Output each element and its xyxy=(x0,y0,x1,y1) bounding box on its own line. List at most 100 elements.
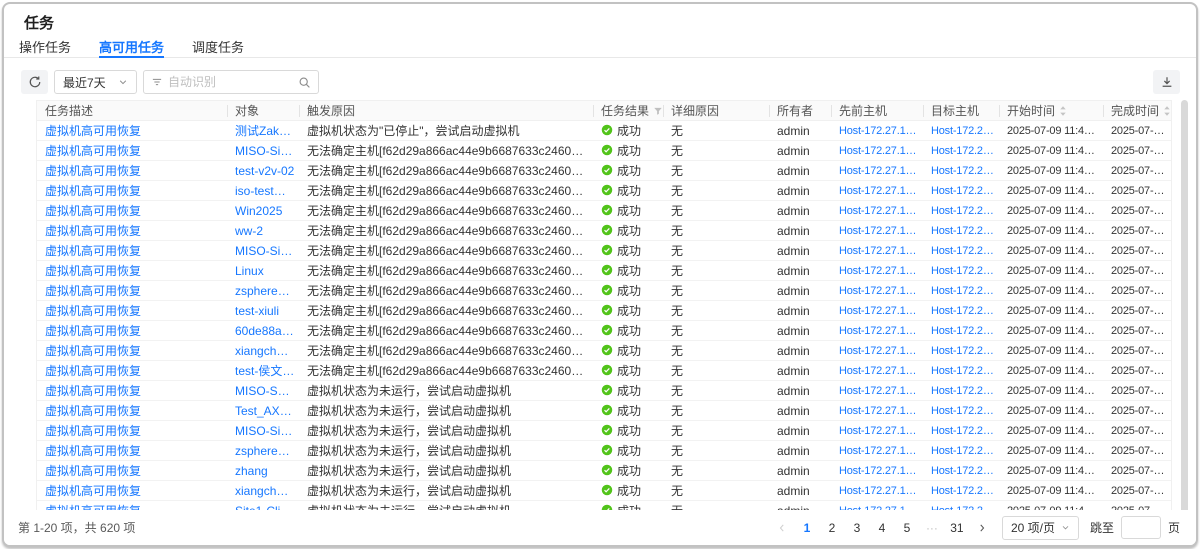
task-desc-link[interactable]: 虚拟机高可用恢复 xyxy=(45,382,141,399)
object-link[interactable]: test-侯文静-... xyxy=(235,362,295,379)
sort-carets-icon[interactable] xyxy=(1059,105,1067,117)
object-link[interactable]: 测试Zaku集... xyxy=(235,122,295,139)
task-desc-link[interactable]: 虚拟机高可用恢复 xyxy=(45,142,141,159)
prev-host-link[interactable]: Host-172.27.1.30 xyxy=(839,165,919,177)
refresh-button[interactable] xyxy=(21,70,48,94)
object-link[interactable]: Test_AX_Na... xyxy=(235,404,295,418)
target-host-link[interactable]: Host-172.27... xyxy=(931,245,995,257)
prev-host-link[interactable]: Host-172.27.1.30 xyxy=(839,145,919,157)
prev-host-link[interactable]: Host-172.27.1.32 xyxy=(839,485,919,497)
target-host-link[interactable]: Host-172.27... xyxy=(931,125,995,137)
target-host-link[interactable]: Host-172.27... xyxy=(931,485,995,497)
target-host-link[interactable]: Host-172.27... xyxy=(931,325,995,337)
export-button[interactable] xyxy=(1153,70,1180,94)
object-link[interactable]: zspheremim... xyxy=(235,284,295,298)
object-link[interactable]: MISO-Site2... xyxy=(235,144,295,158)
prev-host-link[interactable]: Host-172.27.1.30 xyxy=(839,265,919,277)
target-host-link[interactable]: Host-172.27... xyxy=(931,145,995,157)
object-link[interactable]: ww-2 xyxy=(235,224,263,238)
task-desc-link[interactable]: 虚拟机高可用恢复 xyxy=(45,362,141,379)
object-link[interactable]: MISO-Serve... xyxy=(235,384,295,398)
vertical-scrollbar[interactable] xyxy=(1181,100,1188,514)
target-host-link[interactable]: Host-172.27... xyxy=(931,185,995,197)
sort-carets-icon[interactable] xyxy=(1163,105,1171,117)
task-desc-link[interactable]: 虚拟机高可用恢复 xyxy=(45,242,141,259)
search-icon[interactable] xyxy=(298,76,311,89)
object-link[interactable]: test-xiuli xyxy=(235,304,279,318)
object-link[interactable]: xiangcheng.... xyxy=(235,344,295,358)
prev-host-link[interactable]: Host-172.27.1.32 xyxy=(839,445,919,457)
target-host-link[interactable]: Host-172.27... xyxy=(931,305,995,317)
object-link[interactable]: zspheremim... xyxy=(235,444,295,458)
prev-host-link[interactable]: Host-172.27.1.30 xyxy=(839,305,919,317)
task-desc-link[interactable]: 虚拟机高可用恢复 xyxy=(45,222,141,239)
task-desc-link[interactable]: 虚拟机高可用恢复 xyxy=(45,122,141,139)
prev-host-link[interactable]: Host-172.27.1.32 xyxy=(839,425,919,437)
page-number-31[interactable]: 31 xyxy=(948,517,966,539)
page-number-4[interactable]: 4 xyxy=(873,517,891,539)
object-link[interactable]: xiangcheng.... xyxy=(235,484,295,498)
target-host-link[interactable]: Host-172.27... xyxy=(931,285,995,297)
prev-host-link[interactable]: Host-172.27.1.30 xyxy=(839,185,919,197)
object-link[interactable]: MISO-Site1... xyxy=(235,244,295,258)
next-page-button[interactable] xyxy=(973,517,991,539)
date-range-select[interactable]: 最近7天 xyxy=(54,70,137,94)
target-host-link[interactable]: Host-172.27... xyxy=(931,445,995,457)
prev-host-link[interactable]: Host-172.27.1.30 xyxy=(839,245,919,257)
jump-page-input[interactable] xyxy=(1121,516,1161,539)
prev-host-link[interactable]: Host-172.27.1.30 xyxy=(839,125,919,137)
task-desc-link[interactable]: 虚拟机高可用恢复 xyxy=(45,462,141,479)
prev-page-button[interactable] xyxy=(773,517,791,539)
target-host-link[interactable]: Host-172.27... xyxy=(931,265,995,277)
object-link[interactable]: iso-test可删 xyxy=(235,182,295,199)
page-number-3[interactable]: 3 xyxy=(848,517,866,539)
prev-host-link[interactable]: Host-172.27.1.30 xyxy=(839,345,919,357)
owner: admin xyxy=(777,424,810,438)
prev-host-link[interactable]: Host-172.27.1.32 xyxy=(839,465,919,477)
task-desc-link[interactable]: 虚拟机高可用恢复 xyxy=(45,442,141,459)
object-link[interactable]: zhang xyxy=(235,464,268,478)
task-desc-link[interactable]: 虚拟机高可用恢复 xyxy=(45,202,141,219)
object-link[interactable]: 60de88a14... xyxy=(235,324,295,338)
task-desc-link[interactable]: 虚拟机高可用恢复 xyxy=(45,262,141,279)
tab-2[interactable]: 高可用任务 xyxy=(99,35,164,57)
task-desc-link[interactable]: 虚拟机高可用恢复 xyxy=(45,322,141,339)
target-host-link[interactable]: Host-172.27... xyxy=(931,425,995,437)
task-desc-link[interactable]: 虚拟机高可用恢复 xyxy=(45,482,141,499)
target-host-link[interactable]: Host-172.27... xyxy=(931,165,995,177)
task-desc-link[interactable]: 虚拟机高可用恢复 xyxy=(45,342,141,359)
page-size-select[interactable]: 20 项/页 xyxy=(1002,516,1079,540)
result-text: 成功 xyxy=(617,302,641,319)
page-number-5[interactable]: 5 xyxy=(898,517,916,539)
target-host-link[interactable]: Host-172.27... xyxy=(931,345,995,357)
target-host-link[interactable]: Host-172.27... xyxy=(931,465,995,477)
object-link[interactable]: test-v2v-02 xyxy=(235,164,294,178)
prev-host-link[interactable]: Host-172.27.1.30 xyxy=(839,205,919,217)
page-number-2[interactable]: 2 xyxy=(823,517,841,539)
filter-funnel-icon[interactable] xyxy=(653,106,663,116)
search-input[interactable] xyxy=(168,75,293,89)
prev-host-link[interactable]: Host-172.27.1.32 xyxy=(839,385,919,397)
object-link[interactable]: Linux xyxy=(235,264,264,278)
prev-host-link[interactable]: Host-172.27.1.30 xyxy=(839,225,919,237)
object-link[interactable]: MISO-Site2... xyxy=(235,424,295,438)
prev-host-link[interactable]: Host-172.27.1.30 xyxy=(839,325,919,337)
prev-host-link[interactable]: Host-172.27.1.32 xyxy=(839,405,919,417)
task-desc-link[interactable]: 虚拟机高可用恢复 xyxy=(45,402,141,419)
target-host-link[interactable]: Host-172.27... xyxy=(931,385,995,397)
prev-host-link[interactable]: Host-172.27.1.30 xyxy=(839,365,919,377)
task-desc-link[interactable]: 虚拟机高可用恢复 xyxy=(45,182,141,199)
tab-3[interactable]: 调度任务 xyxy=(192,35,244,57)
page-number-1[interactable]: 1 xyxy=(798,517,816,539)
target-host-link[interactable]: Host-172.27... xyxy=(931,205,995,217)
task-desc-link[interactable]: 虚拟机高可用恢复 xyxy=(45,282,141,299)
tab-1[interactable]: 操作任务 xyxy=(19,35,71,57)
target-host-link[interactable]: Host-172.27... xyxy=(931,405,995,417)
target-host-link[interactable]: Host-172.27... xyxy=(931,225,995,237)
object-link[interactable]: Win2025 xyxy=(235,204,282,218)
target-host-link[interactable]: Host-172.27... xyxy=(931,365,995,377)
task-desc-link[interactable]: 虚拟机高可用恢复 xyxy=(45,302,141,319)
task-desc-link[interactable]: 虚拟机高可用恢复 xyxy=(45,162,141,179)
prev-host-link[interactable]: Host-172.27.1.30 xyxy=(839,285,919,297)
task-desc-link[interactable]: 虚拟机高可用恢复 xyxy=(45,422,141,439)
